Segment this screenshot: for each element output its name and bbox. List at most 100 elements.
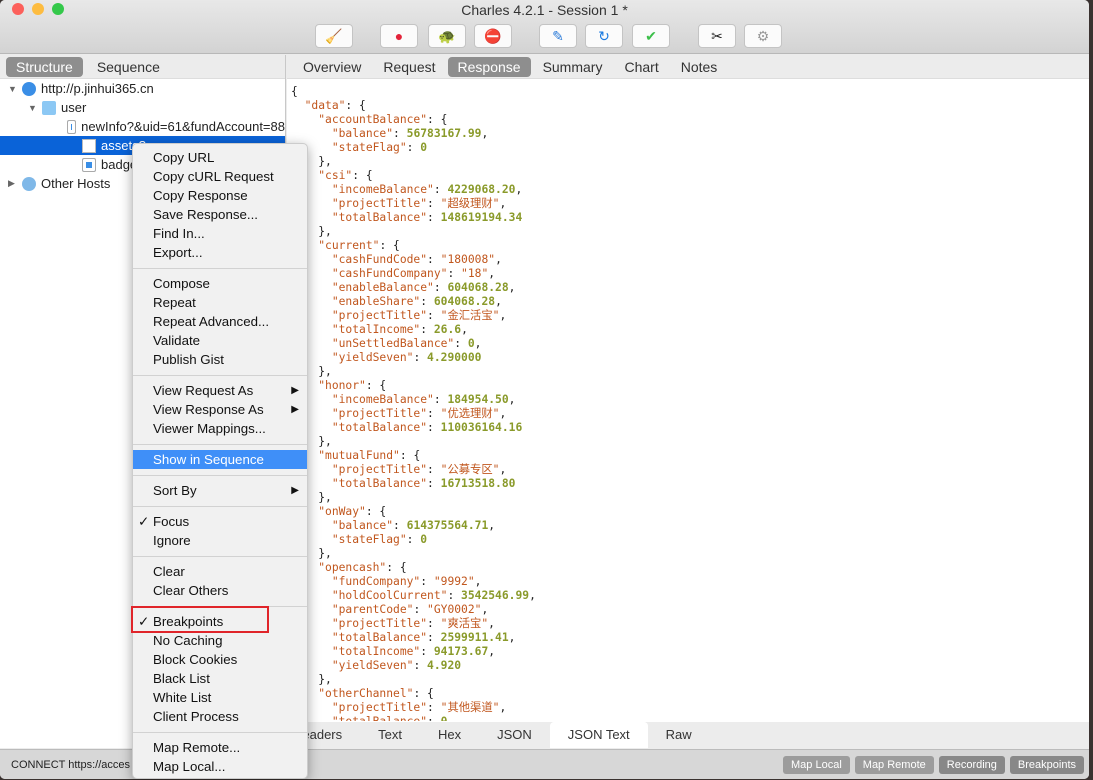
tab-structure[interactable]: Structure: [6, 56, 83, 77]
menu-item-map-local[interactable]: Map Local...: [133, 757, 307, 776]
json-punct: ,: [488, 519, 496, 532]
json-punct: ,: [461, 323, 468, 336]
tab-json[interactable]: JSON: [479, 722, 550, 748]
json-value: 0: [420, 533, 428, 546]
menu-item-show-in-sequence[interactable]: Show in Sequence: [133, 450, 307, 469]
json-key: "incomeBalance": [331, 393, 434, 406]
tab-request[interactable]: Request: [373, 57, 445, 77]
validate-check-button[interactable]: ✔: [632, 24, 670, 48]
menu-item-export[interactable]: Export...: [133, 243, 307, 262]
tab-json-text[interactable]: JSON Text: [549, 722, 648, 748]
menu-item-ignore[interactable]: Ignore: [133, 531, 307, 550]
menu-item-label: Save Response...: [153, 207, 258, 222]
tab-hex[interactable]: Hex: [420, 722, 479, 748]
menu-item-copy-url[interactable]: Copy URL: [133, 148, 307, 167]
menu-item-repeat[interactable]: Repeat: [133, 293, 307, 312]
json-value: "爽活宝": [440, 617, 489, 630]
json-key: "holdCoolCurrent": [331, 589, 448, 602]
menu-item-repeat-advanced[interactable]: Repeat Advanced...: [133, 312, 307, 331]
hosts-icon: [22, 176, 36, 191]
json-punct: :: [393, 127, 407, 140]
menu-separator: [133, 732, 307, 733]
menu-item-label: Block Cookies: [153, 652, 238, 667]
menu-item-copy-response[interactable]: Copy Response: [133, 186, 307, 205]
json-line: },: [291, 547, 1089, 561]
map-local-status-button[interactable]: Map Local: [783, 755, 850, 774]
menu-item-find-in[interactable]: Find In...: [133, 224, 307, 243]
json-line: "parentCode": "GY0002",: [291, 603, 1089, 617]
tab-text[interactable]: Text: [360, 722, 420, 748]
tree-node[interactable]: ▼ user: [0, 98, 285, 117]
json-key: "projectTitle": [331, 197, 428, 210]
json-key: "current": [318, 239, 380, 252]
tab-overview[interactable]: Overview: [293, 57, 371, 77]
breakpoints-status-button[interactable]: Breakpoints: [1009, 755, 1084, 774]
menu-item-no-caching[interactable]: No Caching: [133, 631, 307, 650]
menu-item-viewer-mappings[interactable]: Viewer Mappings...: [133, 419, 307, 438]
menu-item-black-list[interactable]: Black List: [133, 669, 307, 688]
tree-node[interactable]: ▼ http://p.jinhui365.cn: [0, 79, 285, 98]
compose-pen-icon: ✎: [552, 27, 564, 44]
record-button[interactable]: ●: [380, 24, 418, 48]
json-line: "mutualFund": {: [291, 449, 1089, 463]
menu-item-clear[interactable]: Clear: [133, 562, 307, 581]
tree-node[interactable]: newInfo?&uid=61&fundAccount=88: [0, 117, 285, 136]
broom-button[interactable]: 🧹: [315, 24, 353, 48]
json-key: "totalIncome": [331, 645, 421, 658]
json-line: "stateFlag": 0: [291, 533, 1089, 547]
menu-item-label: Copy Response: [153, 188, 248, 203]
json-line: "projectTitle": "其他渠道",: [291, 701, 1089, 715]
json-value: 4.290000: [427, 351, 482, 364]
map-remote-status-button[interactable]: Map Remote: [854, 755, 934, 774]
menu-item-map-remote[interactable]: Map Remote...: [133, 738, 307, 757]
disclosure-closed-icon[interactable]: ▶: [8, 178, 18, 189]
menu-item-sort-by[interactable]: Sort By ▶: [133, 481, 307, 500]
disclosure-open-icon[interactable]: ▼: [8, 84, 18, 94]
json-punct: ,: [508, 393, 516, 406]
menu-item-client-process[interactable]: Client Process: [133, 707, 307, 726]
menu-item-label: Map Remote...: [153, 740, 241, 755]
tab-sequence[interactable]: Sequence: [87, 57, 170, 77]
json-key: "enableBalance": [331, 281, 434, 294]
breakpoint-stop-button[interactable]: ⛔: [474, 24, 512, 48]
menu-item-block-cookies[interactable]: Block Cookies: [133, 650, 307, 669]
json-punct: },: [318, 673, 332, 686]
tab-raw[interactable]: Raw: [648, 722, 710, 748]
json-key: "totalBalance": [331, 211, 428, 224]
json-line: "cashFundCode": "180008",: [291, 253, 1089, 267]
tab-notes[interactable]: Notes: [671, 57, 728, 77]
menu-item-view-request-as[interactable]: View Request As ▶: [133, 381, 307, 400]
compose-pen-button[interactable]: ✎: [539, 24, 577, 48]
json-punct: :: [427, 617, 441, 630]
menu-item-view-response-as[interactable]: View Response As ▶: [133, 400, 307, 419]
throttle-turtle-button[interactable]: 🐢: [428, 24, 466, 48]
disclosure-open-icon[interactable]: ▼: [28, 103, 38, 113]
menu-item-focus[interactable]: ✓ Focus: [133, 512, 307, 531]
repeat-refresh-button[interactable]: ↻: [585, 24, 623, 48]
tab-summary[interactable]: Summary: [533, 57, 613, 77]
json-punct: :: [433, 281, 448, 294]
menu-item-label: View Request As: [153, 383, 254, 398]
menu-item-compose[interactable]: Compose: [133, 274, 307, 293]
json-value: "超级理财": [440, 197, 500, 210]
menu-item-label: Map Local...: [153, 759, 226, 774]
tab-chart[interactable]: Chart: [614, 57, 668, 77]
tools-button[interactable]: ✂: [698, 24, 736, 48]
json-text-view[interactable]: { "data": { "accountBalance": { "balance…: [287, 79, 1089, 721]
menu-item-clear-others[interactable]: Clear Others: [133, 581, 307, 600]
menu-item-copy-curl-request[interactable]: Copy cURL Request: [133, 167, 307, 186]
json-key: "totalBalance": [331, 421, 428, 434]
menu-item-white-list[interactable]: White List: [133, 688, 307, 707]
menu-item-save-response[interactable]: Save Response...: [133, 205, 307, 224]
menu-item-validate[interactable]: Validate: [133, 331, 307, 350]
json-line: "fundCompany": "9992",: [291, 575, 1089, 589]
tab-response[interactable]: Response: [447, 56, 531, 77]
json-line: "balance": 56783167.99,: [291, 127, 1089, 141]
menu-item-publish-gist[interactable]: Publish Gist: [133, 350, 307, 369]
settings-gear-button[interactable]: ⚙: [744, 24, 782, 48]
json-key: "totalBalance": [331, 477, 428, 490]
menu-separator: [133, 375, 307, 376]
json-line: "incomeBalance": 184954.50,: [291, 393, 1089, 407]
menu-item-label: Viewer Mappings...: [153, 421, 266, 436]
recording-status-button[interactable]: Recording: [938, 755, 1005, 774]
